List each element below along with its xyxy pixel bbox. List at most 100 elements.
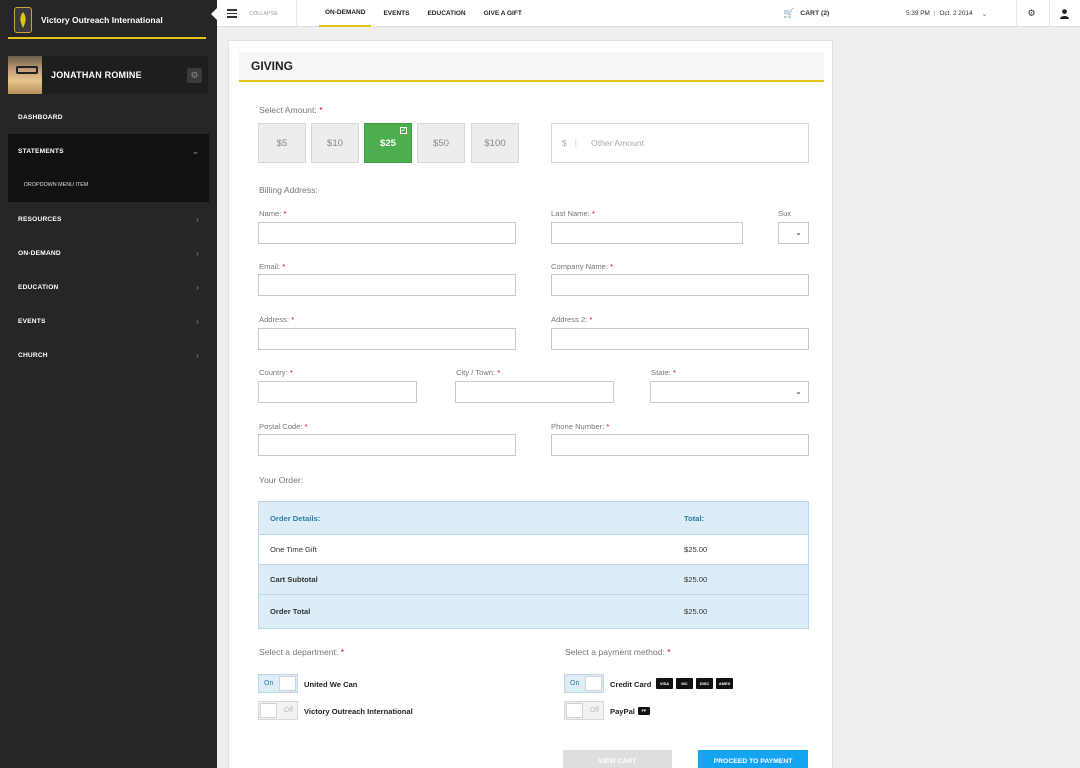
row-total: $25.00 [684, 545, 708, 554]
chevron-down-icon: ⌄ [192, 146, 199, 156]
view-cart-button[interactable]: VIEW CART [563, 750, 672, 768]
visa-icon: VISA [656, 678, 673, 689]
sidebar-item-label: DASHBOARD [18, 113, 63, 121]
separator: | [933, 10, 936, 17]
cart-icon: 🛒 [783, 8, 795, 18]
discover-icon: DISC [696, 678, 713, 689]
collapse-button[interactable]: COLLAPSE [217, 0, 297, 27]
sidebar-item-dashboard[interactable]: DASHBOARD [0, 100, 217, 134]
label-text: Select a payment method: [565, 647, 665, 657]
separator: | [574, 138, 578, 148]
amount-50-button[interactable]: $50 [417, 123, 465, 163]
paypal-badge: PP [638, 707, 653, 715]
row-total: $25.00 [684, 607, 708, 616]
sidebar-item-statements[interactable]: STATEMENTS ⌄ [8, 134, 209, 168]
payment-option-label: PayPal [610, 707, 635, 716]
label-text: Country: [259, 368, 288, 377]
toggle-united-we-can[interactable]: On [258, 674, 298, 693]
city-input[interactable] [455, 381, 614, 403]
country-label: Country: * [259, 368, 293, 377]
sux-select[interactable]: ⌄ [778, 222, 809, 244]
tab-give-a-gift[interactable]: GIVE A GIFT [478, 0, 528, 27]
label-text: Name: [259, 209, 282, 218]
settings-gear-icon[interactable]: ⚙ [1016, 0, 1046, 27]
sidebar-subitem[interactable]: DROPDOWN MENU ITEM [8, 168, 209, 202]
name-input[interactable] [258, 222, 516, 244]
collapse-label: COLLAPSE [249, 10, 279, 17]
sidebar-item-education[interactable]: EDUCATION › [0, 270, 217, 304]
brand-title: Victory Outreach International [41, 15, 163, 25]
order-details-header: Order Details: [270, 513, 321, 523]
email-label: Email: * [259, 262, 286, 271]
email-input[interactable] [258, 274, 516, 296]
chevron-down-icon: ⌄ [795, 228, 802, 237]
user-name: JONATHAN ROMINE [51, 70, 142, 80]
company-input[interactable] [551, 274, 809, 296]
phone-label: Phone Number: * [551, 422, 610, 431]
toggle-paypal[interactable]: Off [564, 701, 604, 720]
label-text: Select Amount: [259, 105, 317, 115]
currency-symbol: $ [562, 138, 567, 148]
your-order-heading: Your Order: [259, 475, 304, 485]
address-label: Address: * [259, 315, 295, 324]
proceed-to-payment-button[interactable]: PROCEED TO PAYMENT [698, 750, 808, 768]
sidebar-item-events[interactable]: EVENTS › [0, 304, 217, 338]
country-input[interactable] [258, 381, 417, 403]
other-amount-input[interactable]: $ | Other Amount [551, 123, 809, 163]
table-row: Cart Subtotal $25.00 [259, 565, 808, 595]
toggle-state: On [264, 680, 274, 687]
postal-input[interactable] [258, 434, 516, 456]
toggle-credit-card[interactable]: On [564, 674, 604, 693]
phone-input[interactable] [551, 434, 809, 456]
chevron-right-icon: › [196, 214, 199, 224]
sidebar-item-label: STATEMENTS [18, 147, 64, 155]
payment-label: Select a payment method: * [565, 647, 671, 657]
logo-icon [14, 7, 32, 33]
datetime-dropdown[interactable]: 5:39 PM | Oct. 2 2014 ⌄ [906, 0, 987, 27]
sidebar-item-label: CHURCH [18, 351, 48, 359]
address2-input[interactable] [551, 328, 809, 350]
page-title: GIVING [239, 52, 824, 82]
hamburger-icon [227, 7, 237, 20]
chevron-right-icon: › [196, 316, 199, 326]
label-text: Email: [259, 262, 281, 271]
top-bar: COLLAPSE ON-DEMAND EVENTS EDUCATION GIVE… [217, 0, 1080, 27]
tab-events[interactable]: EVENTS [377, 0, 415, 27]
payment-option-label: Credit Card [610, 680, 652, 689]
toggle-victory-outreach[interactable]: Off [258, 701, 298, 720]
department-option-label: United We Can [304, 680, 358, 689]
department-option-label: Victory Outreach International [304, 707, 413, 716]
label-text: State: [651, 368, 671, 377]
avatar[interactable] [8, 56, 42, 94]
giving-panel: GIVING Select Amount: * $5 $10 $25 ✓ $50… [228, 40, 833, 768]
gear-icon[interactable]: ⚙ [187, 67, 202, 83]
tab-education[interactable]: EDUCATION [421, 0, 471, 27]
amount-10-button[interactable]: $10 [311, 123, 359, 163]
row-label: One Time Gift [270, 545, 317, 554]
toggle-state: Off [589, 707, 599, 714]
name-label: Name: * [259, 209, 287, 218]
sidebar-group-statements: STATEMENTS ⌄ DROPDOWN MENU ITEM [8, 134, 209, 202]
label-text: Postal Code: [259, 422, 303, 431]
last-name-input[interactable] [551, 222, 743, 244]
chevron-right-icon: › [196, 350, 199, 360]
user-icon[interactable] [1049, 0, 1079, 27]
sidebar-item-on-demand[interactable]: ON-DEMAND › [0, 236, 217, 270]
sidebar-item-resources[interactable]: RESOURCES › [0, 202, 217, 236]
sidebar-item-label: ON-DEMAND [18, 249, 61, 257]
time: 5:39 PM [906, 10, 930, 17]
address-input[interactable] [258, 328, 516, 350]
brand[interactable]: Victory Outreach International [0, 0, 217, 40]
sidebar-nav: DASHBOARD STATEMENTS ⌄ DROPDOWN MENU ITEM… [0, 100, 217, 372]
card-brands: VISA MC DISC AMEX [656, 678, 736, 689]
state-select[interactable]: ⌄ [650, 381, 809, 403]
amount-25-button[interactable]: $25 ✓ [364, 123, 412, 163]
amount-100-button[interactable]: $100 [471, 123, 519, 163]
row-total: $25.00 [684, 575, 708, 584]
tab-on-demand[interactable]: ON-DEMAND [319, 0, 372, 27]
amount-5-button[interactable]: $5 [258, 123, 306, 163]
sidebar-item-church[interactable]: CHURCH › [0, 338, 217, 372]
chevron-down-icon: ⌄ [795, 387, 802, 396]
sidebar-item-label: RESOURCES [18, 215, 62, 223]
cart-button[interactable]: 🛒 CART (2) [783, 0, 829, 27]
